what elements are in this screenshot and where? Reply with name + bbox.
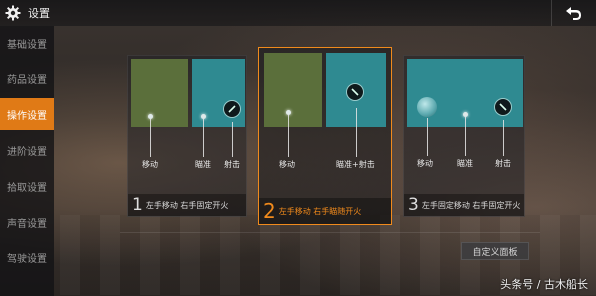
move-label: 移动 <box>279 160 295 169</box>
aim-label: 瞄准 <box>457 159 473 168</box>
fire-label: 射击 <box>495 159 511 168</box>
mode-description: 左手移动 右手瞄随开火 <box>278 206 362 216</box>
fire-label: 射击 <box>224 160 240 169</box>
aim-pointer-line <box>203 119 204 157</box>
mode-card-2[interactable]: 移动 瞄准+射击 2 左手移动 右手瞄随开火 <box>258 47 392 225</box>
top-bar: 设置 <box>0 0 596 26</box>
aim-fire-pointer-line <box>356 108 357 157</box>
back-button[interactable] <box>562 2 586 24</box>
move-label: 移动 <box>417 159 433 168</box>
mode-description: 左手固定移动 右手固定开火 <box>421 200 521 210</box>
gear-icon <box>4 4 22 22</box>
aim-fire-label: 瞄准+射击 <box>336 160 375 169</box>
aim-label: 瞄准 <box>195 160 211 169</box>
fire-pointer-line <box>503 120 504 156</box>
mode-footer: 2 左手移动 右手瞄随开火 <box>259 198 391 224</box>
aim-zone <box>192 59 245 127</box>
return-arrow-icon <box>566 7 581 20</box>
aim-pointer-line <box>465 117 466 156</box>
move-zone <box>264 53 322 127</box>
mode-card-1[interactable]: 移动 瞄准 射击 1 左手移动 右手固定开火 <box>127 55 247 217</box>
fire-button-icon <box>346 83 364 101</box>
move-label: 移动 <box>142 160 158 169</box>
sidebar-item-controls[interactable]: 操作设置 <box>0 98 54 130</box>
mode-footer: 1 左手移动 右手固定开火 <box>128 194 246 216</box>
mode-number: 1 <box>132 195 143 215</box>
sidebar-item-pickup[interactable]: 拾取设置 <box>0 171 54 201</box>
watermark: 头条号 / 古木船长 <box>500 278 588 291</box>
custom-layout-button[interactable]: 自定义面板 <box>461 242 529 260</box>
move-pointer-line <box>427 118 428 156</box>
sidebar-item-advanced[interactable]: 进阶设置 <box>0 135 54 165</box>
settings-sidebar: 基础设置 药品设置 操作设置 进阶设置 拾取设置 声音设置 驾驶设置 <box>0 26 54 296</box>
sidebar-item-driving[interactable]: 驾驶设置 <box>0 242 54 272</box>
sidebar-item-sound[interactable]: 声音设置 <box>0 207 54 237</box>
top-divider <box>551 0 552 26</box>
title-area: 设置 <box>4 2 50 24</box>
fire-button-icon <box>494 98 512 116</box>
mode-description: 左手移动 右手固定开火 <box>145 200 229 210</box>
mode-footer: 3 左手固定移动 右手固定开火 <box>404 194 524 216</box>
section-divider <box>120 232 540 233</box>
move-pointer-line <box>288 115 289 157</box>
move-pointer-line <box>150 119 151 157</box>
sidebar-item-basic[interactable]: 基础设置 <box>0 28 54 58</box>
move-zone <box>131 59 188 127</box>
mode-number: 2 <box>263 199 276 223</box>
page-title: 设置 <box>28 7 50 20</box>
mode-preview <box>264 53 386 127</box>
mode-card-3[interactable]: 移动 瞄准 射击 3 左手固定移动 右手固定开火 <box>403 55 525 217</box>
mode-number: 3 <box>408 195 419 215</box>
fire-button-icon <box>223 100 241 118</box>
fire-pointer-line <box>232 122 233 157</box>
sidebar-item-medicine[interactable]: 药品设置 <box>0 63 54 93</box>
joystick-icon <box>417 97 437 117</box>
